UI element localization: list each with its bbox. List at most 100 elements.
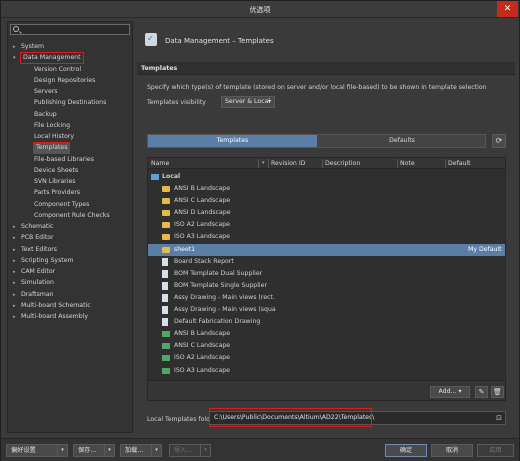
template-row[interactable]: BOM Template Dual Supplier (148, 268, 505, 280)
template-name: ISO A2 Landscape (174, 221, 230, 229)
tree-item[interactable]: Version Control (34, 65, 81, 75)
template-name: ANSI C Landscape (174, 342, 231, 350)
tree-item[interactable]: ▸ CAM Editor (13, 267, 55, 277)
group-row-local[interactable]: Local (148, 171, 505, 183)
chevron-right-icon[interactable]: ▸ (13, 301, 16, 311)
ok-button[interactable]: 确定 (385, 444, 427, 457)
tree-item[interactable]: Parts Providers (34, 188, 80, 198)
tree-item[interactable]: ▸ Multi-board Schematic (13, 301, 91, 311)
folder-open-icon[interactable]: ⊡ (496, 412, 502, 424)
apply-button[interactable]: 应用 (477, 444, 514, 457)
chevron-right-icon[interactable]: ▸ (13, 312, 16, 322)
refresh-button[interactable]: ⟳ (492, 134, 506, 148)
template-row[interactable]: Board Stack Report (148, 256, 505, 268)
tree-item[interactable]: ▾ Data Management (13, 52, 84, 65)
chevron-right-icon[interactable]: ▸ (13, 245, 16, 255)
chevron-down-icon[interactable]: ▾ (151, 445, 161, 456)
tree-item-label: Scripting System (21, 256, 74, 264)
visibility-dropdown[interactable]: Server & Local ▾ (221, 96, 275, 108)
tree-item[interactable]: SVN Libraries (34, 177, 75, 187)
chevron-right-icon[interactable]: ▸ (13, 290, 16, 300)
chevron-down-icon[interactable]: ▾ (57, 445, 67, 456)
tree-item[interactable]: ▸ Schematic (13, 222, 53, 232)
tree-item[interactable]: ▸ Text Editors (13, 245, 57, 255)
col-name[interactable]: Name (151, 160, 169, 167)
templates-description: Specify which type(s) of template (store… (147, 84, 487, 91)
col-note[interactable]: Note (400, 160, 415, 167)
tree-item[interactable]: Templates (32, 142, 71, 155)
template-row[interactable]: BOM Template Single Supplier (148, 280, 505, 292)
tree-item[interactable]: ▸ Simulation (13, 278, 54, 288)
tree-item[interactable]: Design Repositories (34, 76, 95, 86)
tree-item[interactable]: File-based Libraries (34, 155, 94, 165)
close-button[interactable]: ✕ (497, 1, 518, 17)
view-toggle: Templates Defaults (147, 134, 486, 148)
tree-item[interactable]: File Locking (34, 121, 70, 131)
template-row[interactable]: ANSI C Landscape (148, 340, 505, 352)
chevron-right-icon[interactable]: ▸ (13, 256, 16, 266)
tree-item[interactable]: Publishing Destinations (34, 98, 106, 108)
template-row[interactable]: ISO A3 Landscape (148, 365, 505, 377)
cancel-button[interactable]: 取消 (431, 444, 473, 457)
tab-templates[interactable]: Templates (148, 135, 317, 147)
template-row[interactable]: ISO A3 Landscape (148, 231, 505, 243)
tree-item[interactable]: Local History (34, 132, 74, 142)
template-row[interactable]: Default Fabrication Drawing (148, 316, 505, 328)
template-row[interactable]: Assy Drawing - Main views (squa (148, 304, 505, 316)
visibility-label: Templates visibility (147, 99, 206, 106)
chevron-right-icon[interactable]: ▸ (13, 267, 16, 277)
tree-item[interactable]: ▸ Multi-board Assembly (13, 312, 88, 322)
tree-item[interactable]: Servers (34, 87, 58, 97)
chevron-down-icon[interactable]: ▾ (200, 445, 210, 456)
window-title: 优选项 (249, 6, 271, 14)
save-button[interactable]: 保存... ▾ (73, 444, 115, 457)
template-row[interactable]: Assy Drawing - Main views (rect. (148, 292, 505, 304)
tree-item[interactable]: Component Types (34, 200, 89, 210)
chevron-right-icon[interactable]: ▸ (13, 278, 16, 288)
tree-item[interactable]: Component Rule Checks (34, 211, 110, 221)
chevron-down-icon[interactable]: ▾ (104, 445, 114, 456)
col-revision[interactable]: Revision ID (271, 160, 305, 167)
column-separator (322, 159, 323, 168)
template-row[interactable]: ISO A2 Landscape (148, 219, 505, 231)
template-row[interactable]: ANSI B Landscape (148, 183, 505, 195)
template-row[interactable]: ANSI B Landscape (148, 328, 505, 340)
chevron-right-icon[interactable]: ▸ (13, 233, 16, 243)
column-separator (258, 159, 259, 168)
preference-set-button[interactable]: 偏好设置 ▾ (6, 444, 68, 457)
tree-item[interactable]: ▸ Scripting System (13, 256, 74, 266)
tree-item[interactable]: ▸ Draftsman (13, 290, 54, 300)
load-button[interactable]: 加载... ▾ (120, 444, 162, 457)
chevron-right-icon[interactable]: ▸ (13, 42, 16, 52)
tree-item-label: Component Types (34, 200, 90, 208)
tree-item[interactable]: ▸ System (13, 42, 44, 52)
tree-item-label: Publishing Destinations (34, 99, 107, 107)
tree-item[interactable]: ▸ PCB Editor (13, 233, 54, 243)
template-name: ISO A3 Landscape (174, 366, 230, 374)
search-input[interactable] (10, 24, 130, 35)
preferences-window: 优选项 ✕ ▸ System ▾ Data Management Version Con… (0, 0, 520, 461)
template-name: ANSI C Landscape (174, 197, 231, 205)
edit-button[interactable]: ✎ (475, 386, 488, 398)
add-button[interactable]: Add... ▾ (430, 386, 470, 398)
load-label: 加载... (125, 447, 144, 454)
tree-item[interactable]: Device Sheets (34, 166, 78, 176)
template-row[interactable]: ANSI D Landscape (148, 207, 505, 219)
template-row[interactable]: sheet1 My Default (148, 243, 505, 256)
template-row[interactable]: ANSI C Landscape (148, 195, 505, 207)
folder-icon (162, 186, 170, 192)
import-button[interactable]: 导入... ▾ (169, 444, 211, 457)
folder-icon (162, 198, 170, 205)
delete-button[interactable]: 🗑 (491, 386, 504, 398)
col-description[interactable]: Description (325, 160, 360, 167)
tree-item-label: Device Sheets (34, 166, 79, 174)
template-row[interactable]: ISO A2 Landscape (148, 352, 505, 364)
chevron-right-icon[interactable]: ▸ (13, 222, 16, 232)
tree-item-label: Local History (34, 133, 75, 140)
col-default[interactable]: Default (448, 160, 471, 167)
tree-item[interactable]: Backup (34, 110, 57, 120)
footer-bar: 偏好设置 ▾ 保存... ▾ 加载... ▾ 导入... ▾ 确定 取消 应用 (1, 438, 519, 461)
tab-defaults[interactable]: Defaults (318, 135, 486, 147)
folder-icon (162, 234, 170, 241)
chevron-down-icon[interactable]: ▾ (13, 53, 16, 63)
